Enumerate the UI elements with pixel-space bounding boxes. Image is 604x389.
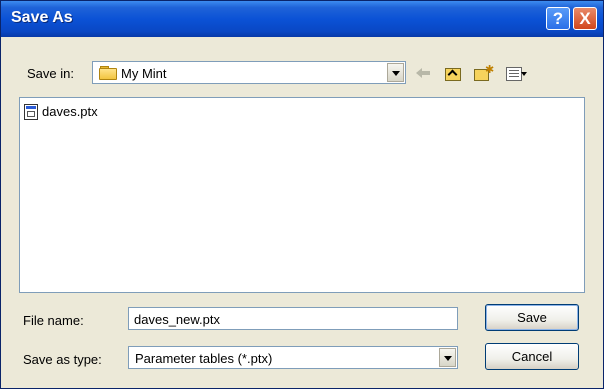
file-list[interactable]: daves.ptx: [19, 97, 585, 293]
file-name-value: daves_new.ptx: [134, 312, 221, 327]
title-bar[interactable]: Save As ? X: [1, 1, 603, 37]
chevron-down-icon[interactable]: [387, 63, 404, 82]
save-in-label: Save in:: [27, 66, 74, 81]
file-name-input[interactable]: daves_new.ptx: [128, 307, 458, 330]
view-menu-icon[interactable]: [503, 63, 531, 83]
help-button[interactable]: ?: [546, 7, 570, 30]
file-name-label: daves.ptx: [42, 104, 98, 119]
save-in-dropdown[interactable]: My Mint: [92, 61, 406, 84]
save-as-dialog: Save As ? X Save in: My Mint ✱ daves.ptx…: [0, 0, 604, 389]
ptx-file-icon: [24, 104, 38, 120]
window-title: Save As: [11, 9, 73, 26]
save-button[interactable]: Save: [485, 304, 579, 331]
save-as-type-value: Parameter tables (*.ptx): [135, 351, 273, 366]
save-in-value: My Mint: [121, 66, 167, 81]
close-icon: X: [579, 9, 591, 28]
new-folder-icon[interactable]: ✱: [471, 63, 495, 83]
folder-icon: [99, 66, 117, 80]
file-name-label: File name:: [23, 313, 84, 328]
save-as-type-label: Save as type:: [23, 352, 102, 367]
up-one-level-icon[interactable]: [441, 63, 465, 83]
back-arrow-icon[interactable]: [413, 63, 437, 83]
help-icon: ?: [552, 9, 564, 28]
chevron-down-icon[interactable]: [439, 348, 456, 367]
cancel-button[interactable]: Cancel: [485, 343, 579, 370]
close-button[interactable]: X: [573, 7, 597, 30]
save-as-type-dropdown[interactable]: Parameter tables (*.ptx): [128, 346, 458, 369]
